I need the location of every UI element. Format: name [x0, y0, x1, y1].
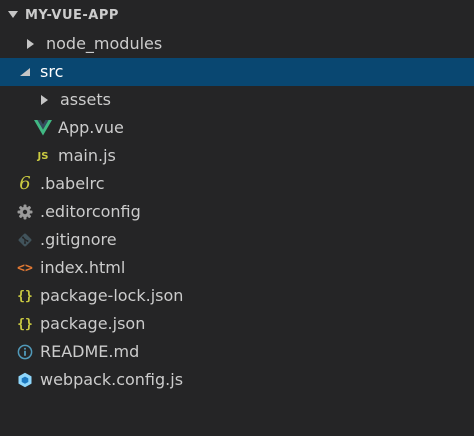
chevron-down-icon[interactable]	[6, 11, 20, 19]
tree-item-label: package-lock.json	[40, 286, 184, 305]
folder-assets[interactable]: assets	[0, 86, 474, 114]
json-icon: {}	[17, 316, 33, 332]
file-package-lock-json[interactable]: {} package-lock.json	[0, 282, 474, 310]
info-icon	[16, 343, 34, 361]
file-editorconfig[interactable]: .editorconfig	[0, 198, 474, 226]
tree-item-label: main.js	[58, 146, 116, 165]
git-icon	[16, 231, 34, 249]
file-index-html[interactable]: <> index.html	[0, 254, 474, 282]
tree-item-label: index.html	[40, 258, 126, 277]
html-icon: <>	[17, 260, 33, 276]
folder-src[interactable]: src	[0, 58, 474, 86]
file-app-vue[interactable]: App.vue	[0, 114, 474, 142]
vue-icon	[34, 119, 52, 137]
chevron-right-icon[interactable]	[22, 35, 40, 53]
file-gitignore[interactable]: .gitignore	[0, 226, 474, 254]
webpack-icon	[16, 371, 34, 389]
babel-icon: 6	[19, 173, 31, 194]
tree-item-label: assets	[60, 90, 111, 109]
tree-item-label: node_modules	[46, 34, 163, 53]
tree-item-label: .gitignore	[40, 230, 117, 249]
explorer-header[interactable]: MY-VUE-APP	[0, 0, 474, 30]
file-explorer: MY-VUE-APP node_modules src assets App.v…	[0, 0, 474, 436]
tree-item-label: README.md	[40, 342, 140, 361]
file-main-js[interactable]: JS main.js	[0, 142, 474, 170]
tree-item-label: webpack.config.js	[40, 370, 184, 389]
json-icon: {}	[17, 288, 33, 304]
file-webpack-config-js[interactable]: webpack.config.js	[0, 366, 474, 394]
project-title: MY-VUE-APP	[25, 7, 119, 23]
chevron-right-icon[interactable]	[36, 91, 54, 109]
gear-icon	[16, 203, 34, 221]
tree-item-label: App.vue	[58, 118, 124, 137]
file-package-json[interactable]: {} package.json	[0, 310, 474, 338]
tree-item-label: .editorconfig	[40, 202, 141, 221]
chevron-down-icon[interactable]	[16, 63, 34, 81]
file-readme-md[interactable]: README.md	[0, 338, 474, 366]
tree-item-label: src	[40, 62, 64, 81]
file-babelrc[interactable]: 6 .babelrc	[0, 170, 474, 198]
tree-item-label: package.json	[40, 314, 146, 333]
tree-item-label: .babelrc	[40, 174, 105, 193]
file-tree: node_modules src assets App.vue JS main.…	[0, 30, 474, 394]
js-icon: JS	[37, 150, 49, 162]
folder-node-modules[interactable]: node_modules	[0, 30, 474, 58]
